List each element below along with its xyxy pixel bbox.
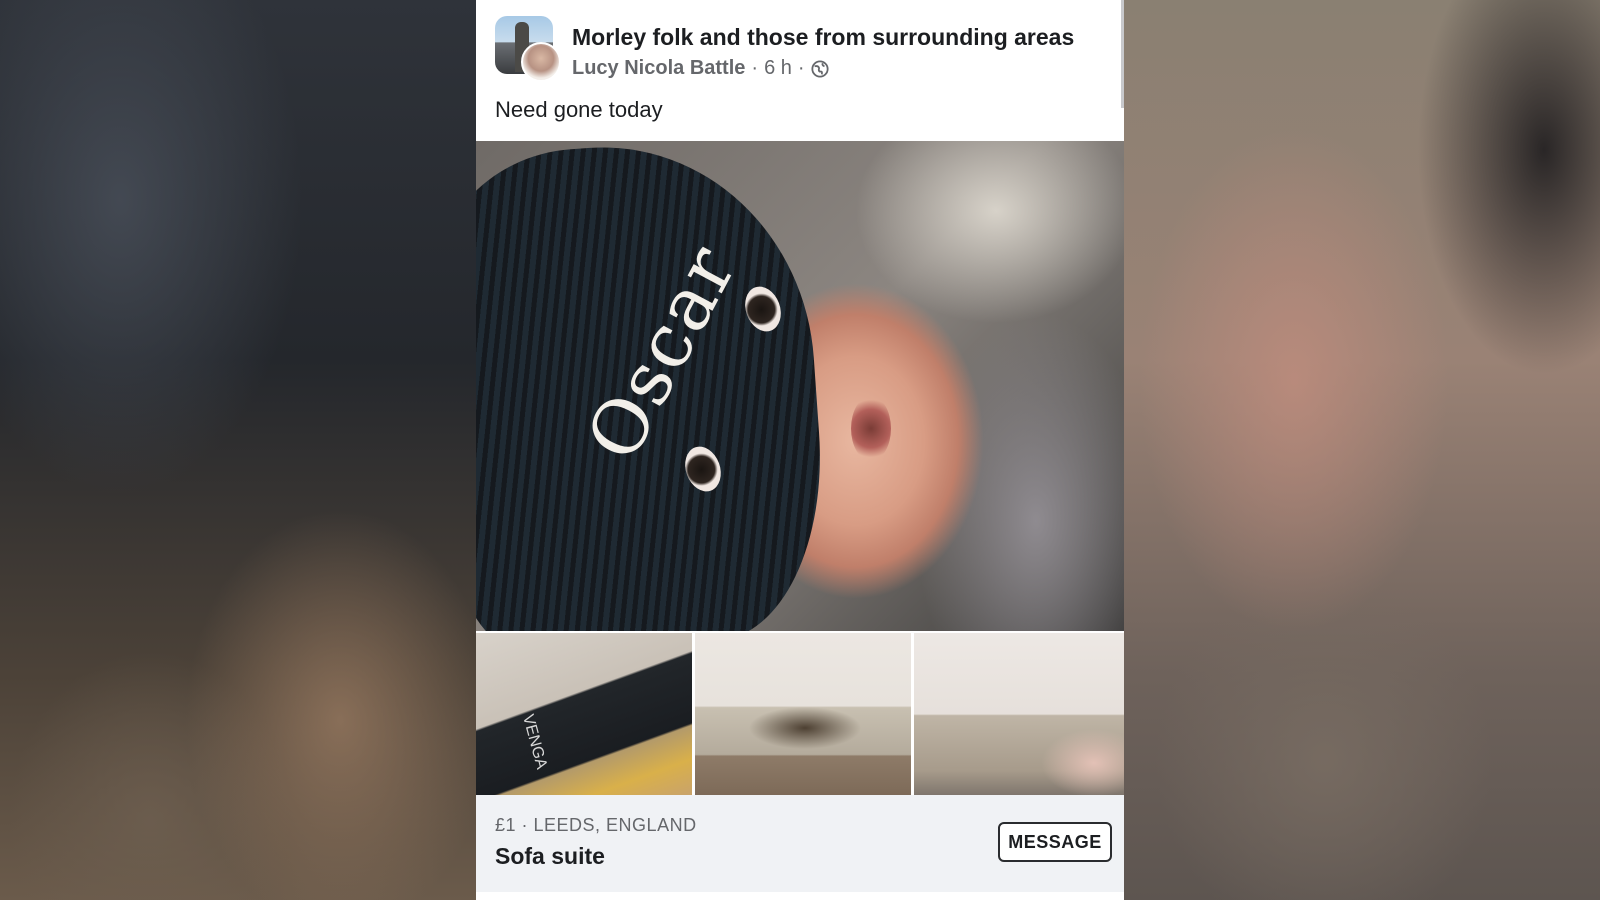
blurred-background-left: [0, 0, 476, 900]
facebook-post-card: Morley folk and those from surrounding a…: [476, 0, 1124, 900]
author-avatar[interactable]: [521, 42, 561, 82]
baby-mouth: [851, 396, 891, 461]
listing-price-location: £1 · LEEDS, ENGLAND: [495, 815, 697, 835]
main-photo-baby-in-hat[interactable]: Oscar: [476, 141, 1124, 631]
card-bottom-edge: [476, 892, 1124, 900]
message-button[interactable]: MESSAGE: [998, 822, 1112, 862]
post-body-text: Need gone today: [495, 97, 663, 122]
group-name-link[interactable]: Morley folk and those from surrounding a…: [572, 24, 1074, 51]
venga-logo-mark: VENGA: [519, 712, 550, 772]
thumbnail-photo-1[interactable]: VENGA: [476, 633, 692, 795]
photo-thumbnails: VENGA: [476, 633, 1124, 795]
scrollbar[interactable]: [1121, 0, 1124, 108]
listing-title[interactable]: Sofa suite: [495, 843, 605, 870]
globe-icon: [810, 59, 829, 78]
author-name-link[interactable]: Lucy Nicola Battle: [572, 57, 745, 80]
group-avatar[interactable]: [495, 16, 561, 82]
post-header: Morley folk and those from surrounding a…: [476, 0, 1124, 141]
thumbnail-photo-2[interactable]: [695, 633, 911, 795]
screenshot-stage: Morley folk and those from surrounding a…: [0, 0, 1600, 900]
blurred-background-right: [1124, 0, 1600, 900]
thumbnail-photo-3[interactable]: [914, 633, 1124, 795]
post-meta: Lucy Nicola Battle · 6 h ·: [572, 57, 829, 80]
marketplace-listing-footer: £1 · LEEDS, ENGLAND Sofa suite MESSAGE: [476, 795, 1124, 892]
meta-separator: ·: [797, 57, 805, 79]
meta-separator: ·: [751, 57, 759, 79]
post-timestamp[interactable]: 6 h: [764, 57, 792, 80]
